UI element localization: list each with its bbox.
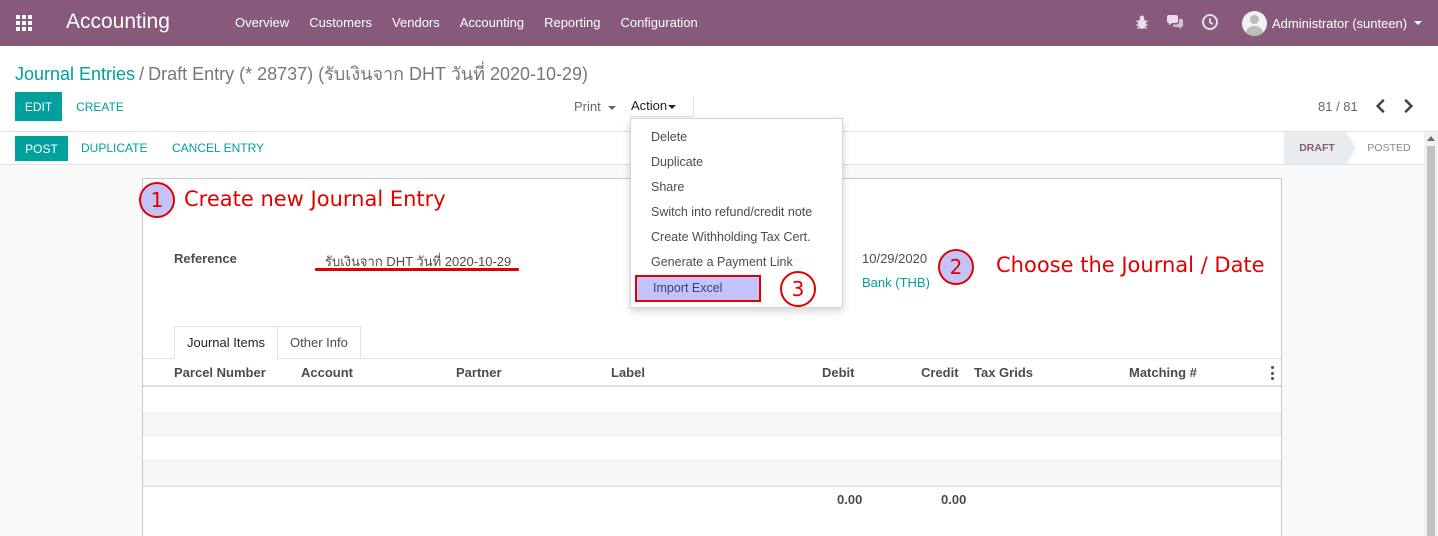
annotation-underline <box>315 268 519 271</box>
table-row <box>143 411 1281 436</box>
scrollbar-thumb[interactable] <box>1427 146 1435 536</box>
tab-journal-items[interactable]: Journal Items <box>174 326 279 359</box>
annotation-text-2: Choose the Journal / Date <box>996 253 1265 277</box>
table-row <box>143 436 1281 461</box>
action-label: Action <box>631 98 668 113</box>
chevron-down-icon <box>668 104 677 109</box>
action-create-withholding[interactable]: Create Withholding Tax Cert. <box>631 225 842 250</box>
journal-field[interactable]: Bank (THB) <box>862 275 930 290</box>
breadcrumb-current: Draft Entry (* 28737) (รับเงินจาก DHT วั… <box>148 64 589 84</box>
menu-customers[interactable]: Customers <box>299 0 382 46</box>
menu-overview[interactable]: Overview <box>225 0 299 46</box>
bug-icon[interactable] <box>1133 13 1151 31</box>
column-partner[interactable]: Partner <box>456 365 502 380</box>
main-menu: Overview Customers Vendors Accounting Re… <box>225 0 708 46</box>
top-navbar: Accounting Overview Customers Vendors Ac… <box>0 0 1438 46</box>
menu-accounting[interactable]: Accounting <box>450 0 534 46</box>
breadcrumb-separator: / <box>139 64 145 84</box>
post-button[interactable]: POST <box>15 136 68 161</box>
column-tax-grids[interactable]: Tax Grids <box>974 365 1033 380</box>
duplicate-button[interactable]: DUPLICATE <box>81 136 147 161</box>
user-menu[interactable]: Administrator (sunteen) <box>1242 9 1423 37</box>
pager-counter[interactable]: 81 / 81 <box>1318 99 1358 114</box>
action-switch-refund[interactable]: Switch into refund/credit note <box>631 200 842 225</box>
action-payment-link[interactable]: Generate a Payment Link <box>631 250 842 275</box>
chevron-down-icon <box>607 105 616 110</box>
print-label: Print <box>574 99 601 114</box>
action-import-excel[interactable]: Import Excel <box>635 275 761 302</box>
annotation-text-1: Create new Journal Entry <box>184 187 446 211</box>
annotation-step-3: 3 <box>780 271 816 307</box>
print-dropdown[interactable]: Print <box>574 92 616 121</box>
avatar <box>1242 10 1267 36</box>
table-header: Parcel Number Account Partner Label Debi… <box>143 359 1281 387</box>
status-draft: DRAFT <box>1284 132 1356 164</box>
menu-reporting[interactable]: Reporting <box>534 0 610 46</box>
table-footer-divider <box>143 486 1281 487</box>
action-delete[interactable]: Delete <box>631 125 842 150</box>
annotation-step-2: 2 <box>938 249 974 285</box>
status-posted[interactable]: POSTED <box>1346 132 1424 164</box>
apps-menu-icon[interactable] <box>16 15 32 31</box>
reference-label: Reference <box>174 251 237 266</box>
chat-icon[interactable] <box>1166 13 1184 31</box>
column-label[interactable]: Label <box>611 365 645 380</box>
optional-columns-icon[interactable] <box>1271 366 1275 380</box>
breadcrumb: Journal Entries / Draft Entry (* 28737) (ร… <box>15 59 588 88</box>
status-pipeline: DRAFT POSTED <box>1284 132 1424 164</box>
app-brand[interactable]: Accounting <box>66 10 170 34</box>
table-row <box>143 461 1281 486</box>
edit-button[interactable]: EDIT <box>15 92 62 121</box>
chevron-left-icon[interactable] <box>1372 97 1390 115</box>
create-button[interactable]: CREATE <box>68 92 132 121</box>
menu-configuration[interactable]: Configuration <box>610 0 707 46</box>
chevron-right-icon[interactable] <box>1399 97 1417 115</box>
tab-other-info[interactable]: Other Info <box>277 326 361 359</box>
action-share[interactable]: Share <box>631 175 842 200</box>
total-credit: 0.00 <box>941 492 967 507</box>
breadcrumb-journal-entries[interactable]: Journal Entries <box>15 64 135 84</box>
page-scrollbar[interactable] <box>1424 132 1438 536</box>
date-field[interactable]: 10/29/2020 <box>862 251 927 266</box>
action-dropdown[interactable]: Action <box>630 96 694 117</box>
scroll-up-icon[interactable] <box>1427 136 1435 141</box>
action-duplicate[interactable]: Duplicate <box>631 150 842 175</box>
table-row <box>143 387 1281 412</box>
column-debit[interactable]: Debit <box>822 365 855 380</box>
annotation-step-1: 1 <box>139 182 175 218</box>
user-name: Administrator (sunteen) <box>1272 15 1408 31</box>
menu-vendors[interactable]: Vendors <box>382 0 450 46</box>
column-credit[interactable]: Credit <box>921 365 959 380</box>
column-account[interactable]: Account <box>301 365 353 380</box>
cancel-entry-button[interactable]: CANCEL ENTRY <box>172 136 264 161</box>
clock-icon[interactable] <box>1201 13 1219 31</box>
column-parcel-number[interactable]: Parcel Number <box>174 365 266 380</box>
notebook-tabs: Journal Items Other Info <box>174 326 361 359</box>
chevron-down-icon <box>1414 21 1423 25</box>
total-debit: 0.00 <box>837 492 863 507</box>
column-matching[interactable]: Matching # <box>1129 365 1197 380</box>
